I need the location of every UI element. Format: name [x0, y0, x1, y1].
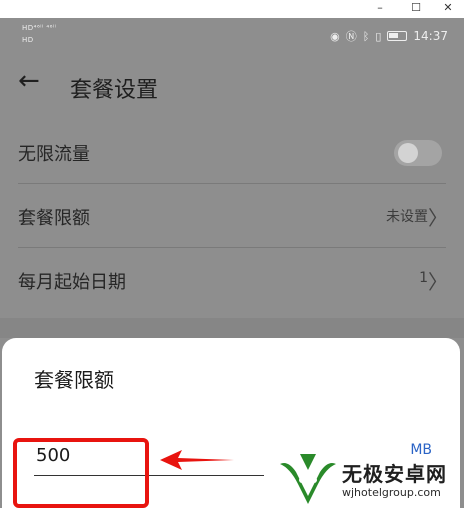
battery-icon	[387, 31, 408, 41]
app-header: ← 套餐设置	[0, 58, 464, 116]
phone-screen: HD⁴⁶ˡˡ ⁴⁶ˡˡ HD ◉ Ⓝ ᛒ ▯ 14:37 ← 套餐设置 无限流量…	[0, 18, 464, 508]
highlight-box	[13, 438, 149, 508]
sim2-signal-icon: HD	[22, 36, 34, 44]
page-title: 套餐设置	[70, 78, 159, 103]
plan-limit-label: 套餐限额	[18, 208, 90, 229]
unlimited-data-row[interactable]: 无限流量	[0, 120, 464, 184]
unlimited-data-label: 无限流量	[18, 144, 90, 165]
minimize-button[interactable]: –	[362, 0, 398, 18]
dialog-title: 套餐限额	[34, 368, 114, 392]
window-titlebar: – ☐ ✕	[0, 0, 464, 18]
start-date-row[interactable]: 每月起始日期 1 〉	[0, 248, 464, 312]
maximize-button[interactable]: ☐	[398, 0, 434, 18]
section-gap	[0, 318, 464, 338]
eye-icon: ◉	[330, 29, 340, 43]
status-icons: ◉ Ⓝ ᛒ ▯ 14:37	[330, 28, 448, 44]
nfc-icon: Ⓝ	[345, 30, 357, 43]
start-date-value: 1	[419, 270, 428, 286]
watermark-url: wjhotelgroup.com	[342, 486, 441, 499]
vibrate-icon: ▯	[375, 29, 382, 43]
chevron-right-icon: 〉	[428, 270, 448, 294]
start-date-label: 每月起始日期	[18, 272, 126, 293]
unlimited-data-toggle[interactable]	[394, 140, 442, 166]
toggle-knob	[398, 143, 418, 163]
close-button[interactable]: ✕	[430, 0, 464, 18]
plan-limit-value: 未设置	[386, 209, 428, 225]
status-bar: HD⁴⁶ˡˡ ⁴⁶ˡˡ HD ◉ Ⓝ ᛒ ▯ 14:37	[0, 18, 464, 54]
watermark: 无极安卓网 wjhotelgroup.com	[276, 450, 462, 508]
plan-limit-row[interactable]: 套餐限额 未设置 〉	[0, 184, 464, 248]
clock: 14:37	[413, 29, 448, 43]
chevron-right-icon: 〉	[428, 206, 448, 230]
red-arrow-icon	[160, 450, 234, 470]
bluetooth-icon: ᛒ	[362, 29, 370, 43]
back-arrow-icon[interactable]: ←	[18, 66, 50, 98]
watermark-logo-icon	[280, 454, 336, 504]
sim-signal-icon: HD⁴⁶ˡˡ ⁴⁶ˡˡ	[22, 24, 57, 32]
watermark-name: 无极安卓网	[342, 462, 447, 486]
